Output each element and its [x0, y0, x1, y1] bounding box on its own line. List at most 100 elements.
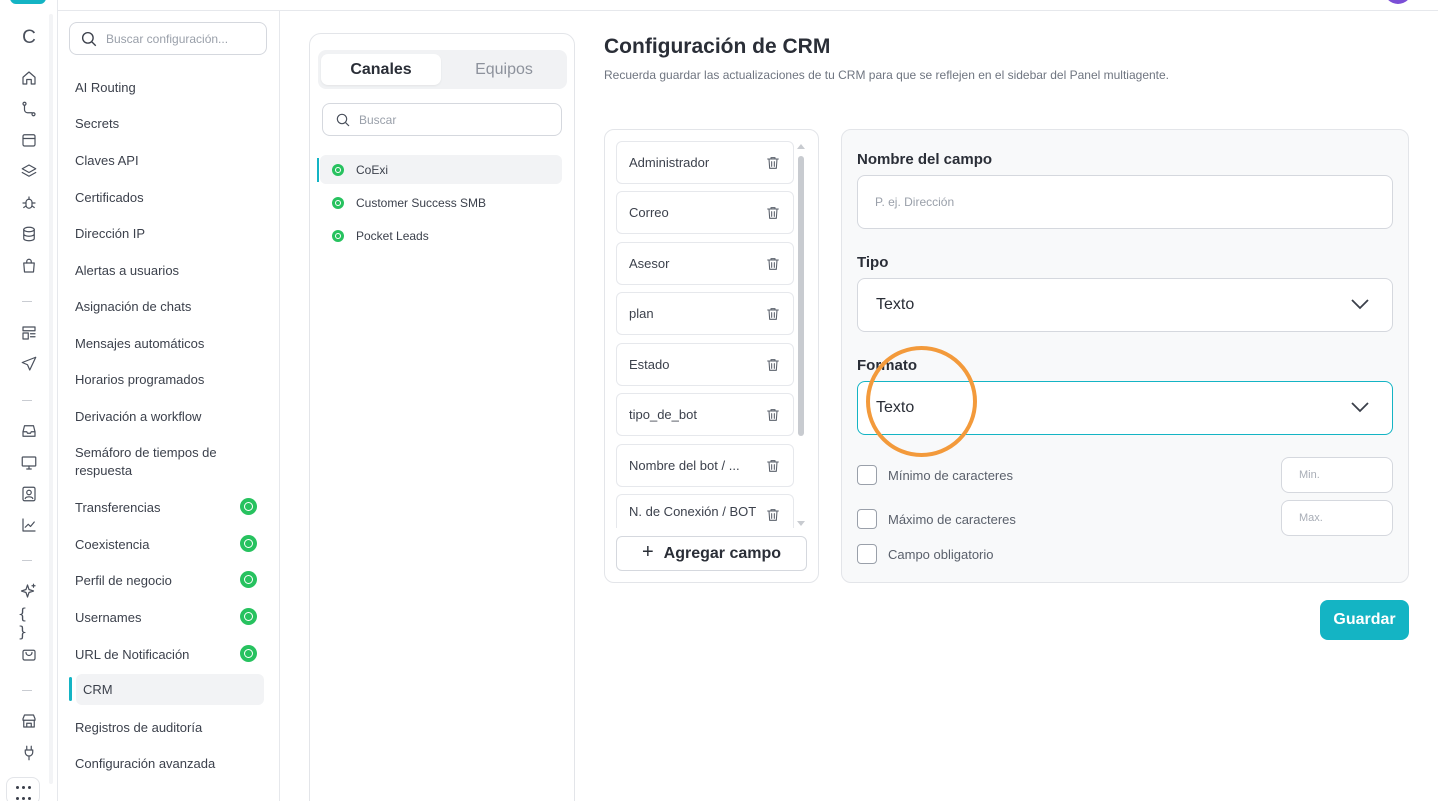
dashboard-icon[interactable]	[18, 322, 40, 344]
rail-letter-c[interactable]: C	[18, 27, 40, 49]
sidebar-item-ai-routing[interactable]: AI Routing	[75, 79, 265, 97]
sidebar-item-alertas[interactable]: Alertas a usuarios	[75, 262, 265, 280]
type-select[interactable]: Texto	[857, 278, 1393, 332]
sidebar-item-derivacion[interactable]: Derivación a workflow	[75, 408, 265, 426]
field-item[interactable]: tipo_de_bot	[616, 393, 794, 436]
sidebar-item-certificados[interactable]: Certificados	[75, 189, 265, 207]
field-name: N. de Conexión / BOT	[629, 504, 757, 519]
sidebar-item-avanzada[interactable]: Configuración avanzada	[75, 755, 265, 773]
plug-icon[interactable]	[18, 742, 40, 764]
flow-icon[interactable]	[18, 98, 40, 120]
trash-icon[interactable]	[765, 205, 781, 221]
plus-icon: +	[641, 541, 654, 563]
sidebar-item-url-notificacion[interactable]: URL de Notificación	[75, 646, 265, 664]
channel-item-coexi[interactable]: CoExi	[320, 155, 562, 184]
required-checkbox[interactable]	[857, 544, 877, 564]
trash-icon[interactable]	[765, 407, 781, 423]
sidebar-item-secrets[interactable]: Secrets	[75, 115, 265, 133]
fields-scrollbar[interactable]	[797, 144, 805, 526]
apps-grid-icon[interactable]	[6, 777, 40, 801]
bag-icon[interactable]	[18, 255, 40, 277]
type-select-value: Texto	[876, 296, 915, 313]
trash-icon[interactable]	[765, 357, 781, 373]
field-item[interactable]: Administrador	[616, 141, 794, 184]
sidebar-item-asignacion[interactable]: Asignación de chats	[75, 298, 265, 316]
save-button[interactable]: Guardar	[1320, 600, 1409, 640]
whatsapp-icon	[332, 196, 344, 209]
settings-sidebar: AI Routing Secrets Claves API Certificad…	[59, 11, 280, 801]
field-name: Correo	[629, 205, 669, 220]
field-item[interactable]: Nombre del bot / ...	[616, 444, 794, 487]
channel-item-pocket-leads[interactable]: Pocket Leads	[320, 221, 562, 250]
settings-search-input[interactable]	[106, 31, 256, 46]
field-name-input[interactable]	[875, 195, 1355, 209]
send-icon[interactable]	[18, 353, 40, 375]
sidebar-item-mensajes[interactable]: Mensajes automáticos	[75, 335, 265, 353]
sidebar-item-coexistencia[interactable]: Coexistencia	[75, 536, 265, 554]
user-avatar[interactable]	[1384, 0, 1412, 4]
max-chars-label: Máximo de caracteres	[888, 511, 1016, 527]
format-select-value: Texto	[876, 399, 915, 416]
field-name-label: Nombre del campo	[857, 151, 993, 168]
field-name: plan	[629, 306, 654, 321]
bug-icon[interactable]	[18, 192, 40, 214]
trash-icon[interactable]	[765, 155, 781, 171]
min-chars-input[interactable]	[1299, 469, 1379, 481]
field-name: Estado	[629, 357, 670, 372]
rail-scrollbar[interactable]	[49, 14, 53, 784]
sidebar-item-crm[interactable]: CRM	[76, 674, 264, 705]
field-item[interactable]: N. de Conexión / BOT	[616, 494, 794, 528]
rail-divider	[22, 301, 32, 302]
archive-icon[interactable]	[18, 129, 40, 151]
tab-equipos[interactable]: Equipos	[444, 54, 564, 85]
trash-icon[interactable]	[765, 458, 781, 474]
sidebar-item-perfil[interactable]: Perfil de negocio	[75, 572, 265, 590]
channel-item-customer-success[interactable]: Customer Success SMB	[320, 188, 562, 217]
sidebar-item-horarios[interactable]: Horarios programados	[75, 371, 265, 389]
field-item[interactable]: Correo	[616, 191, 794, 234]
max-chars-input[interactable]	[1299, 512, 1379, 524]
required-option[interactable]: Campo obligatorio	[857, 544, 994, 564]
add-field-button[interactable]: + Agregar campo	[616, 536, 807, 571]
tab-canales[interactable]: Canales	[321, 54, 441, 85]
format-select[interactable]: Texto	[857, 381, 1393, 435]
code-braces-icon[interactable]: { }	[18, 605, 40, 641]
trash-icon[interactable]	[765, 507, 781, 523]
sidebar-item-usernames[interactable]: Usernames	[75, 609, 265, 627]
max-chars-checkbox[interactable]	[857, 509, 877, 529]
store-icon[interactable]	[18, 710, 40, 732]
sidebar-item-auditoria[interactable]: Registros de auditoría	[75, 719, 265, 737]
field-item[interactable]: Asesor	[616, 242, 794, 285]
min-chars-input-wrapper[interactable]	[1281, 457, 1393, 493]
field-item[interactable]: plan	[616, 292, 794, 335]
field-item[interactable]: Estado	[616, 343, 794, 386]
min-chars-checkbox[interactable]	[857, 465, 877, 485]
whatsapp-icon	[332, 229, 344, 242]
sidebar-item-transferencias[interactable]: Transferencias	[75, 499, 265, 517]
sidebar-item-claves-api[interactable]: Claves API	[75, 152, 265, 170]
chevron-down-icon	[1350, 297, 1370, 311]
sidebar-item-semaforo[interactable]: Semáforo de tiempos de respuesta	[75, 444, 235, 480]
monitor-icon[interactable]	[18, 452, 40, 474]
sparkle-icon[interactable]	[18, 580, 40, 602]
field-name-input-wrapper[interactable]	[857, 175, 1393, 229]
channel-search[interactable]	[322, 103, 562, 136]
settings-search[interactable]	[69, 22, 267, 55]
contact-icon[interactable]	[18, 483, 40, 505]
layers-icon[interactable]	[18, 160, 40, 182]
crm-fields-list: Administrador Correo Asesor plan Estado …	[604, 129, 819, 583]
whatsapp-icon	[332, 163, 344, 176]
inbox-icon[interactable]	[18, 420, 40, 442]
min-chars-option[interactable]: Mínimo de caracteres	[857, 465, 1013, 485]
field-name: Nombre del bot / ...	[629, 458, 740, 473]
channel-search-input[interactable]	[359, 112, 549, 127]
trash-icon[interactable]	[765, 256, 781, 272]
shopping-icon[interactable]	[18, 643, 40, 665]
trash-icon[interactable]	[765, 306, 781, 322]
database-icon[interactable]	[18, 223, 40, 245]
max-chars-option[interactable]: Máximo de caracteres	[857, 509, 1016, 529]
max-chars-input-wrapper[interactable]	[1281, 500, 1393, 536]
home-icon[interactable]	[18, 67, 40, 89]
sidebar-item-direccion-ip[interactable]: Dirección IP	[75, 225, 265, 243]
analytics-icon[interactable]	[18, 514, 40, 536]
